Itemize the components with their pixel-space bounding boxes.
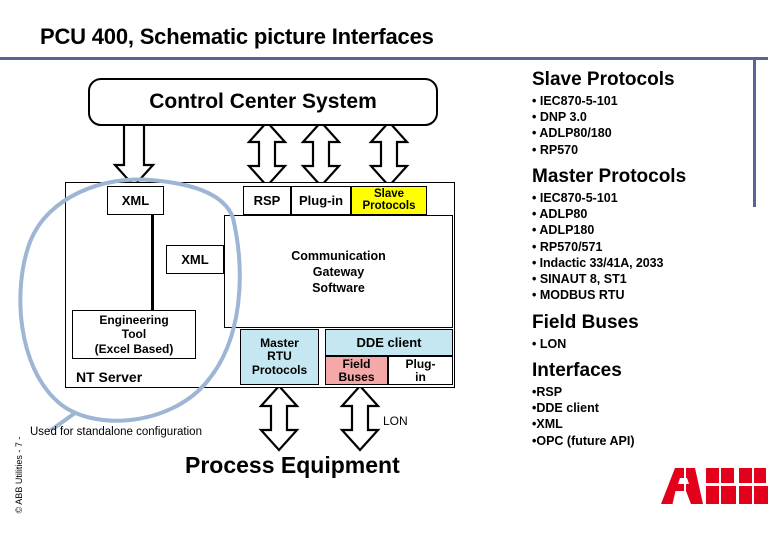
cell-slave-protocols-line1: Slave	[373, 187, 405, 200]
master-protocol-item: • RP570/571	[532, 239, 603, 254]
arrow-double-slave	[368, 120, 410, 188]
interfaces-item: •XML	[532, 417, 563, 432]
field-buses-line2: Buses	[338, 369, 375, 384]
label-standalone-configuration: Used for standalone configuration	[30, 426, 202, 438]
plugin-bottom-line2: in	[415, 369, 426, 384]
cell-slave-protocols: Slave Protocols	[351, 186, 427, 215]
abb-logo	[661, 468, 768, 504]
master-protocol-item: • IEC870-5-101	[532, 190, 618, 205]
page-title: PCU 400, Schematic picture Interfaces	[40, 24, 434, 49]
master-protocol-item: • ADLP180	[532, 223, 595, 238]
cell-field-buses: Field Buses	[325, 356, 388, 385]
master-protocol-item: • ADLP80	[532, 207, 588, 222]
gateway-software-line1: Communication	[291, 248, 386, 263]
arrow-double-plugin	[300, 120, 342, 188]
field-buses-line1: Field	[342, 356, 371, 371]
cell-plugin-bottom: Plug- in	[388, 356, 453, 385]
heading-master-protocols: Master Protocols	[532, 165, 687, 187]
cell-plugin-top: Plug-in	[291, 186, 351, 215]
slave-protocol-item: • RP570	[532, 142, 579, 157]
arrow-double-field-buses	[339, 384, 381, 452]
control-center-system-box: Control Center System	[88, 78, 438, 126]
heading-interfaces: Interfaces	[532, 359, 622, 381]
master-protocol-item: • MODBUS RTU	[532, 288, 625, 303]
heading-slave-protocols: Slave Protocols	[532, 69, 675, 90]
interfaces-item: •DDE client	[532, 401, 599, 415]
cell-dde-client: DDE client	[325, 329, 453, 356]
heading-field-buses: Field Buses	[532, 311, 639, 333]
protocol-列-column: Slave Protocols • IEC870-5-101 • DNP 3.0…	[532, 70, 762, 449]
gateway-software-line2: Gateway	[312, 264, 365, 279]
slave-protocol-item: • ADLP80/180	[532, 126, 612, 141]
standalone-annotation-ellipse	[18, 177, 242, 430]
master-protocol-item: • SINAUT 8, ST1	[532, 272, 627, 287]
interfaces-item: •RSP	[532, 384, 563, 399]
label-lon: LON	[383, 414, 408, 428]
cell-slave-protocols-line2: Protocols	[362, 199, 416, 212]
master-protocol-item: • Indactic 33/41A, 2033	[532, 255, 664, 270]
slave-protocol-item: • IEC870-5-101	[532, 93, 618, 108]
plugin-bottom-line1: Plug-	[405, 356, 436, 371]
interfaces-item: •OPC (future API)	[532, 433, 635, 448]
gateway-software-line3: Software	[312, 280, 365, 295]
field-buses-item: • LON	[532, 336, 567, 351]
label-process-equipment: Process Equipment	[185, 452, 400, 478]
frame-top-rule	[0, 57, 768, 60]
slave-protocol-item: • DNP 3.0	[532, 110, 587, 125]
